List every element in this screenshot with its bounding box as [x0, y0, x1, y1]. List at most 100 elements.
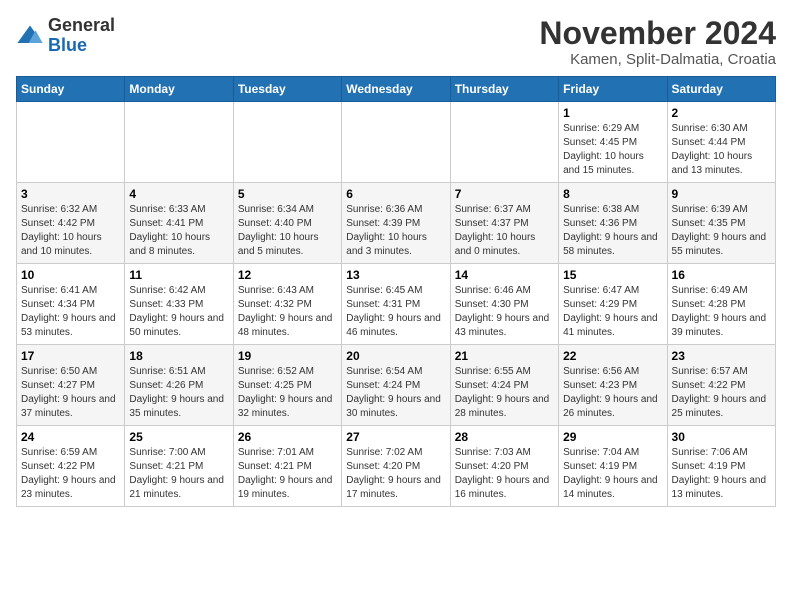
- calendar-cell: 16Sunrise: 6:49 AM Sunset: 4:28 PM Dayli…: [667, 264, 775, 345]
- day-info: Sunrise: 7:00 AM Sunset: 4:21 PM Dayligh…: [129, 446, 228, 502]
- calendar-cell: 26Sunrise: 7:01 AM Sunset: 4:21 PM Dayli…: [233, 426, 341, 507]
- calendar-cell: 11 Sunrise: 6:42 AM Sunset: 4:33 PM Dayli…: [125, 264, 233, 345]
- day-info: Sunrise: 6:37 AM Sunset: 4:37 PM Dayligh…: [455, 203, 554, 259]
- day-info: Sunrise: 6:47 AM Sunset: 4:29 PM Dayligh…: [563, 284, 662, 340]
- day-info: Sunrise: 6:52 AM Sunset: 4:25 PM Dayligh…: [238, 365, 337, 421]
- calendar-cell: 3 Sunrise: 6:32 AM Sunset: 4:42 PM Daylig…: [17, 183, 125, 264]
- day-number: 30: [672, 430, 771, 444]
- calendar-cell: 29 Sunrise: 7:04 AM Sunset: 4:19 PM Dayli…: [559, 426, 667, 507]
- calendar-week-row: 3 Sunrise: 6:32 AM Sunset: 4:42 PM Daylig…: [17, 183, 776, 264]
- weekday-header-saturday: Saturday: [667, 77, 775, 102]
- day-info: Sunrise: 6:59 AM Sunset: 4:22 PM Dayligh…: [21, 446, 120, 502]
- day-info: Sunrise: 6:55 AM Sunset: 4:24 PM Dayligh…: [455, 365, 554, 421]
- day-number: 19: [238, 349, 337, 363]
- weekday-header-wednesday: Wednesday: [342, 77, 450, 102]
- day-number: 21: [455, 349, 554, 363]
- day-number: 8: [563, 187, 662, 201]
- day-info: Sunrise: 7:03 AM Sunset: 4:20 PM Dayligh…: [455, 446, 554, 502]
- day-info: Sunrise: 6:36 AM Sunset: 4:39 PM Dayligh…: [346, 203, 445, 259]
- calendar-cell: 12 Sunrise: 6:43 AM Sunset: 4:32 PM Dayli…: [233, 264, 341, 345]
- day-number: 11: [129, 268, 228, 282]
- day-number: 1: [563, 106, 662, 120]
- calendar-week-row: 10Sunrise: 6:41 AM Sunset: 4:34 PM Dayli…: [17, 264, 776, 345]
- day-number: 29: [563, 430, 662, 444]
- day-number: 12: [238, 268, 337, 282]
- day-number: 20: [346, 349, 445, 363]
- calendar-cell: 17 Sunrise: 6:50 AM Sunset: 4:27 PM Dayli…: [17, 345, 125, 426]
- calendar-cell: 15 Sunrise: 6:47 AM Sunset: 4:29 PM Dayli…: [559, 264, 667, 345]
- location-subtitle: Kamen, Split-Dalmatia, Croatia: [539, 51, 776, 68]
- day-number: 5: [238, 187, 337, 201]
- calendar-cell: 6Sunrise: 6:36 AM Sunset: 4:39 PM Daylig…: [342, 183, 450, 264]
- title-area: November 2024 Kamen, Split-Dalmatia, Cro…: [539, 16, 776, 68]
- month-title: November 2024: [539, 16, 776, 51]
- calendar-cell: 4 Sunrise: 6:33 AM Sunset: 4:41 PM Daylig…: [125, 183, 233, 264]
- calendar-cell: 2 Sunrise: 6:30 AM Sunset: 4:44 PM Daylig…: [667, 102, 775, 183]
- logo-general-text: General: [48, 15, 115, 35]
- logo: General Blue: [16, 16, 115, 56]
- day-info: Sunrise: 7:06 AM Sunset: 4:19 PM Dayligh…: [672, 446, 771, 502]
- day-number: 14: [455, 268, 554, 282]
- calendar-cell: 23 Sunrise: 6:57 AM Sunset: 4:22 PM Dayli…: [667, 345, 775, 426]
- day-number: 17: [21, 349, 120, 363]
- day-number: 22: [563, 349, 662, 363]
- calendar-cell: 1 Sunrise: 6:29 AM Sunset: 4:45 PM Daylig…: [559, 102, 667, 183]
- day-number: 7: [455, 187, 554, 201]
- calendar-table: SundayMondayTuesdayWednesdayThursdayFrid…: [16, 76, 776, 507]
- weekday-header-thursday: Thursday: [450, 77, 558, 102]
- day-info: Sunrise: 6:57 AM Sunset: 4:22 PM Dayligh…: [672, 365, 771, 421]
- weekday-header-monday: Monday: [125, 77, 233, 102]
- day-info: Sunrise: 6:46 AM Sunset: 4:30 PM Dayligh…: [455, 284, 554, 340]
- day-info: Sunrise: 6:30 AM Sunset: 4:44 PM Dayligh…: [672, 122, 771, 178]
- day-number: 15: [563, 268, 662, 282]
- calendar-cell: 22 Sunrise: 6:56 AM Sunset: 4:23 PM Dayli…: [559, 345, 667, 426]
- calendar-cell: [233, 102, 341, 183]
- day-info: Sunrise: 6:29 AM Sunset: 4:45 PM Dayligh…: [563, 122, 662, 178]
- day-info: Sunrise: 6:45 AM Sunset: 4:31 PM Dayligh…: [346, 284, 445, 340]
- day-info: Sunrise: 6:56 AM Sunset: 4:23 PM Dayligh…: [563, 365, 662, 421]
- logo-blue-text: Blue: [48, 35, 87, 55]
- day-info: Sunrise: 7:04 AM Sunset: 4:19 PM Dayligh…: [563, 446, 662, 502]
- day-info: Sunrise: 6:43 AM Sunset: 4:32 PM Dayligh…: [238, 284, 337, 340]
- calendar-cell: 8Sunrise: 6:38 AM Sunset: 4:36 PM Daylig…: [559, 183, 667, 264]
- day-number: 23: [672, 349, 771, 363]
- day-info: Sunrise: 7:02 AM Sunset: 4:20 PM Dayligh…: [346, 446, 445, 502]
- day-info: Sunrise: 6:42 AM Sunset: 4:33 PM Dayligh…: [129, 284, 228, 340]
- day-info: Sunrise: 6:39 AM Sunset: 4:35 PM Dayligh…: [672, 203, 771, 259]
- day-number: 13: [346, 268, 445, 282]
- day-info: Sunrise: 6:33 AM Sunset: 4:41 PM Dayligh…: [129, 203, 228, 259]
- calendar-week-row: 24Sunrise: 6:59 AM Sunset: 4:22 PM Dayli…: [17, 426, 776, 507]
- calendar-week-row: 17 Sunrise: 6:50 AM Sunset: 4:27 PM Dayli…: [17, 345, 776, 426]
- day-number: 25: [129, 430, 228, 444]
- day-info: Sunrise: 6:54 AM Sunset: 4:24 PM Dayligh…: [346, 365, 445, 421]
- day-number: 27: [346, 430, 445, 444]
- calendar-cell: 5Sunrise: 6:34 AM Sunset: 4:40 PM Daylig…: [233, 183, 341, 264]
- calendar-cell: 19 Sunrise: 6:52 AM Sunset: 4:25 PM Dayli…: [233, 345, 341, 426]
- logo-icon: [16, 22, 44, 50]
- weekday-header-friday: Friday: [559, 77, 667, 102]
- calendar-cell: [17, 102, 125, 183]
- weekday-header-tuesday: Tuesday: [233, 77, 341, 102]
- day-info: Sunrise: 6:32 AM Sunset: 4:42 PM Dayligh…: [21, 203, 120, 259]
- calendar-cell: 27 Sunrise: 7:02 AM Sunset: 4:20 PM Dayli…: [342, 426, 450, 507]
- weekday-header-row: SundayMondayTuesdayWednesdayThursdayFrid…: [17, 77, 776, 102]
- calendar-cell: 20 Sunrise: 6:54 AM Sunset: 4:24 PM Dayli…: [342, 345, 450, 426]
- day-number: 4: [129, 187, 228, 201]
- calendar-cell: 28 Sunrise: 7:03 AM Sunset: 4:20 PM Dayli…: [450, 426, 558, 507]
- weekday-header-sunday: Sunday: [17, 77, 125, 102]
- calendar-cell: 7 Sunrise: 6:37 AM Sunset: 4:37 PM Daylig…: [450, 183, 558, 264]
- day-number: 2: [672, 106, 771, 120]
- calendar-cell: 18 Sunrise: 6:51 AM Sunset: 4:26 PM Dayli…: [125, 345, 233, 426]
- day-number: 28: [455, 430, 554, 444]
- day-number: 9: [672, 187, 771, 201]
- calendar-cell: 25 Sunrise: 7:00 AM Sunset: 4:21 PM Dayli…: [125, 426, 233, 507]
- day-info: Sunrise: 6:50 AM Sunset: 4:27 PM Dayligh…: [21, 365, 120, 421]
- calendar-cell: [450, 102, 558, 183]
- day-number: 3: [21, 187, 120, 201]
- day-info: Sunrise: 6:51 AM Sunset: 4:26 PM Dayligh…: [129, 365, 228, 421]
- day-number: 18: [129, 349, 228, 363]
- header: General Blue November 2024 Kamen, Split-…: [16, 16, 776, 68]
- day-info: Sunrise: 6:49 AM Sunset: 4:28 PM Dayligh…: [672, 284, 771, 340]
- calendar-cell: 30 Sunrise: 7:06 AM Sunset: 4:19 PM Dayli…: [667, 426, 775, 507]
- calendar-cell: 14 Sunrise: 6:46 AM Sunset: 4:30 PM Dayli…: [450, 264, 558, 345]
